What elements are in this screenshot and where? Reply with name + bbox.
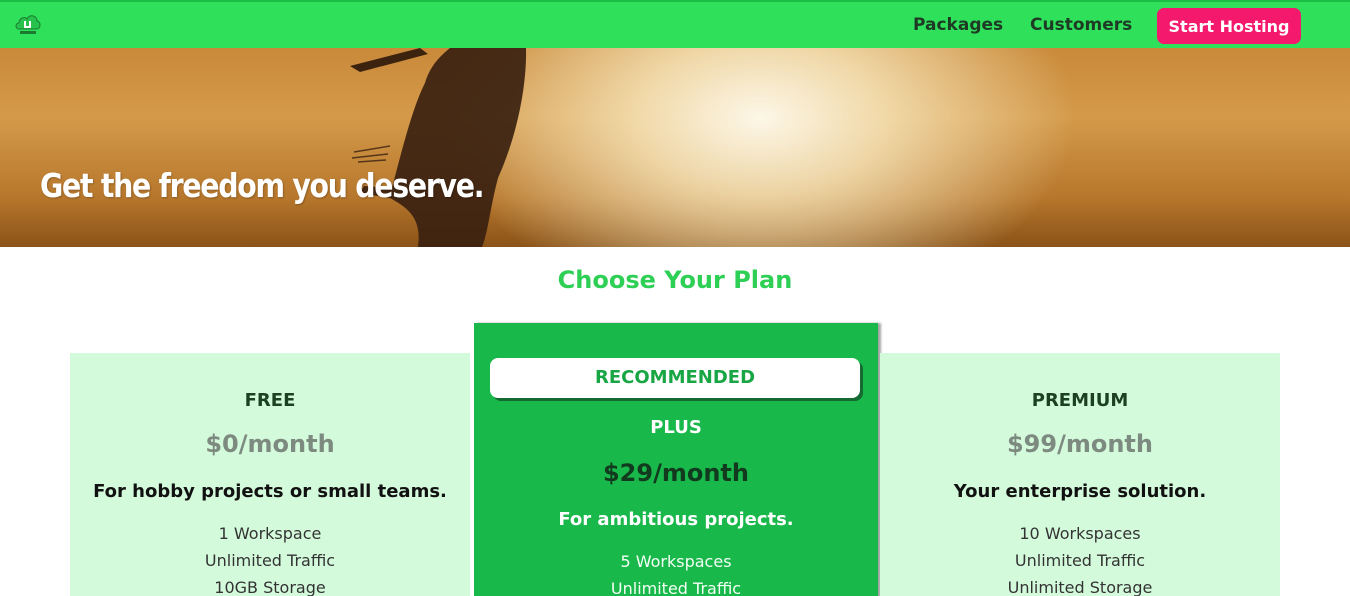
feature-item: 5 Workspaces [620,552,732,571]
plan-price: $99/month [1006,430,1153,458]
feature-list: 5 Workspaces Unlimited Traffic [474,548,878,596]
recommended-badge: RECOMMENDED [490,358,860,398]
hero-silhouette-image [350,48,527,247]
pricing-heading: Choose Your Plan [557,266,793,294]
feature-item: Unlimited Traffic [204,551,336,570]
feature-item: Unlimited Storage [1007,578,1153,596]
plan-name: PLUS [650,417,702,438]
feature-item: 10 Workspaces [1019,524,1141,543]
start-hosting-button[interactable]: Start Hosting [1157,8,1301,44]
plan-name: FREE [244,390,296,411]
feature-item: Unlimited Traffic [610,579,742,596]
feature-item: 10GB Storage [214,578,326,596]
feature-item: 1 Workspace [218,524,322,543]
feature-list: 1 Workspace Unlimited Traffic 10GB Stora… [70,520,470,596]
hero-title: Get the freedom you deserve. [40,166,484,205]
feature-item: Unlimited Traffic [1014,551,1146,570]
plan-card-free: FREE $0/month For hobby projects or smal… [70,353,470,596]
top-navigation-bar: Packages Customers Start Hosting [0,0,1350,48]
plan-price: $0/month [205,430,335,458]
plan-description: For ambitious projects. [558,509,794,530]
plan-price: $29/month [602,459,749,487]
plan-description: For hobby projects or small teams. [93,481,447,502]
nav-link-customers[interactable]: Customers [1030,15,1132,35]
cloud-logo-icon[interactable] [14,10,42,38]
plan-description: Your enterprise solution. [953,481,1207,502]
hero-banner: Get the freedom you deserve. [0,48,1350,247]
plan-card-premium: PREMIUM $99/month Your enterprise soluti… [880,353,1280,596]
plan-card-plus: RECOMMENDED PLUS $29/month For ambitious… [474,323,878,596]
feature-list: 10 Workspaces Unlimited Traffic Unlimite… [880,520,1280,596]
nav-link-packages[interactable]: Packages [913,15,1003,35]
plan-name: PREMIUM [1031,390,1129,411]
